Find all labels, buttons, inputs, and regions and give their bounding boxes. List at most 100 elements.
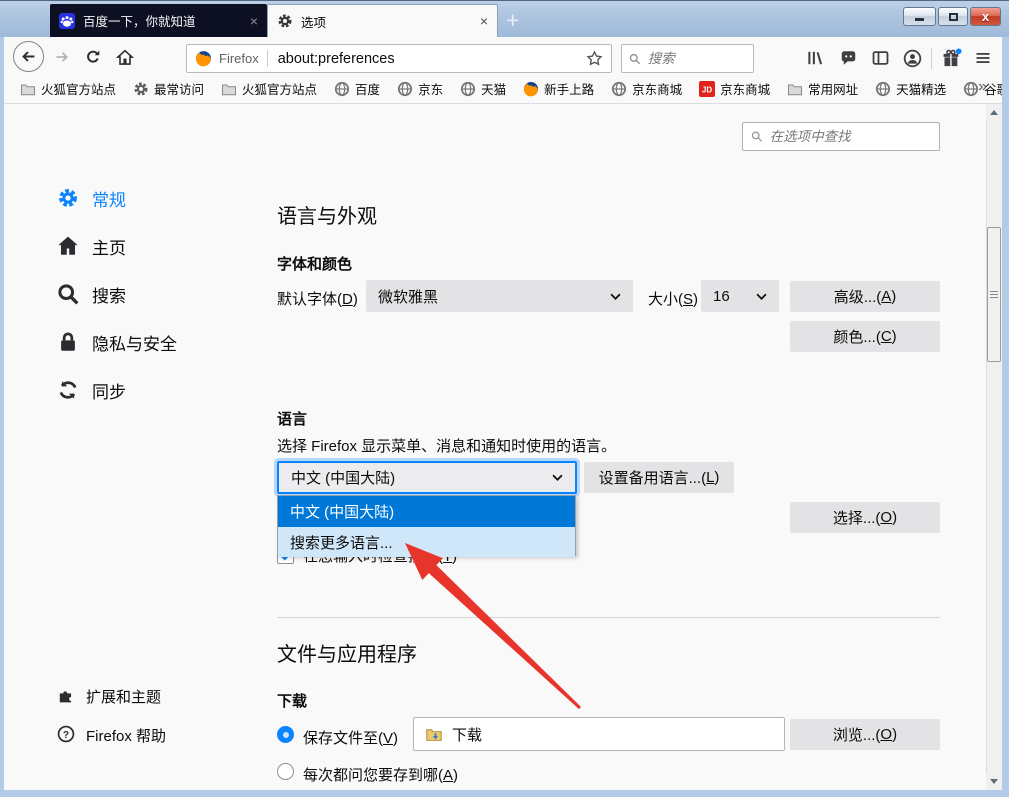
menu-button[interactable] xyxy=(971,48,995,68)
advanced-button[interactable]: 高级...(A) xyxy=(790,281,940,312)
globe-icon xyxy=(963,81,979,97)
search-icon xyxy=(751,130,763,143)
colors-button[interactable]: 颜色...(C) xyxy=(790,321,940,352)
sidebar-item-privacy-security[interactable]: 隐私与安全 xyxy=(0,328,250,356)
ui-language-select[interactable]: 中文 (中国大陆) xyxy=(277,461,577,494)
find-in-options-box[interactable] xyxy=(742,122,940,151)
scrollbar-grip xyxy=(990,291,998,299)
language-description: 选择 Firefox 显示菜单、消息和通知时使用的语言。 xyxy=(277,435,616,456)
home-button[interactable] xyxy=(115,48,135,66)
new-tab-button[interactable]: + xyxy=(506,7,519,34)
bookmark-folder[interactable]: 火狐官方站点 xyxy=(20,79,116,98)
messages-button[interactable] xyxy=(836,48,860,68)
account-person-icon xyxy=(903,49,922,68)
bookmark-tmall-selected[interactable]: 天猫精选 xyxy=(875,79,946,98)
scrollbar-down-button[interactable] xyxy=(986,773,1002,790)
save-files-to-label: 保存文件至(V) xyxy=(303,727,398,748)
sidebar-item-home[interactable]: 主页 xyxy=(0,232,250,260)
whats-new-button[interactable] xyxy=(938,46,964,70)
speech-bubble-icon xyxy=(839,49,858,67)
font-size-label: 大小(S) xyxy=(648,288,698,309)
browser-window: 百度一下，你就知道 × 选项 × + x xyxy=(0,0,1009,797)
section-title-language-appearance: 语言与外观 xyxy=(277,200,377,229)
language-heading: 语言 xyxy=(277,408,307,429)
sidebar-item-search[interactable]: 搜索 xyxy=(0,280,250,308)
bookmark-jd-mall[interactable]: 京东商城 xyxy=(611,79,682,98)
tab-options[interactable]: 选项 × xyxy=(267,4,498,37)
home-icon xyxy=(57,235,79,257)
library-icon xyxy=(806,49,824,67)
chevron-down-icon xyxy=(756,293,767,300)
window-border-bottom xyxy=(0,790,1009,797)
sidebar-item-sync[interactable]: 同步 xyxy=(0,376,250,404)
globe-icon xyxy=(334,81,350,97)
bookmark-star-icon[interactable] xyxy=(586,50,603,67)
gear-icon xyxy=(133,81,149,97)
search-bar[interactable] xyxy=(621,44,754,73)
firefox-icon xyxy=(523,81,539,97)
library-button[interactable] xyxy=(803,48,827,68)
firefox-icon xyxy=(195,50,212,67)
always-ask-radio[interactable] xyxy=(277,763,294,780)
sidebar-item-firefox-help[interactable]: ? Firefox 帮助 xyxy=(0,725,250,745)
tab-close-icon[interactable]: × xyxy=(250,14,258,28)
scrollbar-up-button[interactable] xyxy=(986,104,1002,121)
question-icon: ? xyxy=(57,725,75,743)
maximize-icon xyxy=(949,13,958,21)
find-in-options-input[interactable] xyxy=(770,129,931,144)
folder-icon xyxy=(20,81,36,97)
download-path-box[interactable]: 下载 xyxy=(413,717,785,751)
set-alternatives-button[interactable]: 设置备用语言...(L) xyxy=(584,462,734,493)
bookmark-jd[interactable]: 京东 xyxy=(397,79,443,98)
baidu-paw-icon xyxy=(59,13,75,29)
minimize-button[interactable] xyxy=(903,7,936,26)
sidebar-item-general[interactable]: 常规 xyxy=(0,184,250,212)
save-files-to-radio[interactable] xyxy=(277,726,294,743)
page-scrollbar[interactable] xyxy=(986,104,1002,790)
dropdown-option-search-more[interactable]: 搜索更多语言... xyxy=(278,527,575,557)
bookmark-folder[interactable]: 火狐官方站点 xyxy=(221,79,317,98)
bookmark-tmall[interactable]: 天猫 xyxy=(460,79,506,98)
bookmarks-overflow-chevron[interactable]: » xyxy=(978,78,987,96)
gear-icon xyxy=(57,187,79,209)
gift-icon xyxy=(941,48,962,69)
bookmark-jd-mall-2[interactable]: JD 京东商城 xyxy=(699,79,770,98)
sidebar-toggle-button[interactable] xyxy=(868,48,892,68)
choose-button[interactable]: 选择...(O) xyxy=(790,502,940,533)
downloads-heading: 下载 xyxy=(277,690,307,711)
gear-icon xyxy=(277,13,293,29)
back-arrow-icon xyxy=(20,48,37,65)
dropdown-option-chinese[interactable]: 中文 (中国大陆) xyxy=(278,496,575,527)
maximize-button[interactable] xyxy=(938,7,968,26)
bookmark-most-visited[interactable]: 最常访问 xyxy=(133,79,204,98)
scrollbar-thumb[interactable] xyxy=(987,227,1001,362)
minimize-icon xyxy=(915,18,924,21)
font-size-select[interactable]: 16 xyxy=(701,280,779,312)
default-font-select[interactable]: 微软雅黑 xyxy=(366,280,633,312)
bookmarks-bar: 火狐官方站点 最常访问 火狐官方站点 百度 xyxy=(4,74,1002,104)
close-icon: x xyxy=(982,10,989,23)
download-folder-icon xyxy=(425,726,443,743)
search-input[interactable] xyxy=(648,51,746,66)
tab-baidu[interactable]: 百度一下，你就知道 × xyxy=(50,4,267,37)
section-divider xyxy=(277,617,940,618)
language-dropdown-panel: 中文 (中国大陆) 搜索更多语言... xyxy=(277,495,576,556)
bookmark-baidu[interactable]: 百度 xyxy=(334,79,380,98)
url-bar[interactable]: Firefox about:preferences xyxy=(186,44,612,73)
forward-button[interactable] xyxy=(51,48,73,66)
sidebar-item-extensions-themes[interactable]: 扩展和主题 xyxy=(0,686,250,706)
browse-button[interactable]: 浏览...(O) xyxy=(790,719,940,750)
forward-arrow-icon xyxy=(53,49,71,65)
close-button[interactable]: x xyxy=(970,7,1001,26)
fonts-colors-heading: 字体和颜色 xyxy=(277,253,352,274)
tab-close-icon[interactable]: × xyxy=(480,14,488,28)
window-border-left xyxy=(0,37,4,797)
back-button[interactable] xyxy=(13,41,44,72)
bookmark-folder-common[interactable]: 常用网址 xyxy=(787,79,858,98)
chevron-down-icon xyxy=(610,293,621,300)
reload-button[interactable] xyxy=(83,48,103,66)
tab-title: 百度一下，你就知道 xyxy=(83,11,241,30)
globe-icon xyxy=(875,81,891,97)
bookmark-getting-started[interactable]: 新手上路 xyxy=(523,79,594,98)
account-button[interactable] xyxy=(900,48,924,68)
